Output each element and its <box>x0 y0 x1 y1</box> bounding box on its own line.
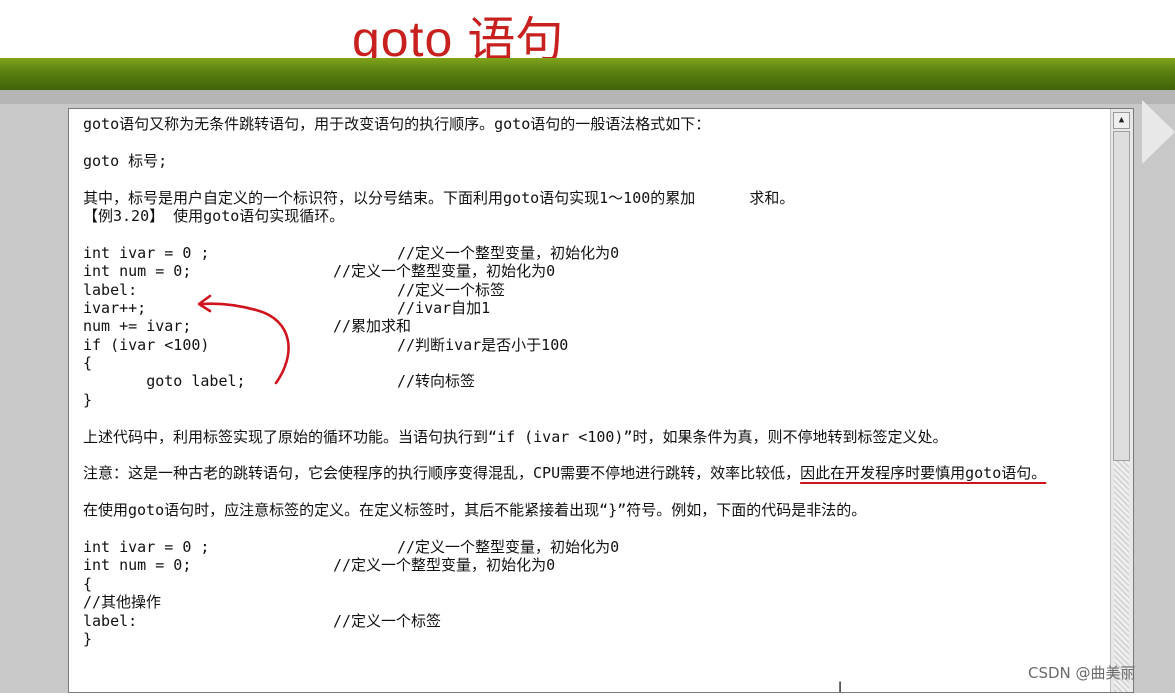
scroll-track[interactable] <box>1114 461 1129 692</box>
code-text: } <box>83 390 93 409</box>
code-comment: //定义一个标签 <box>397 280 506 299</box>
document-window: goto语句又称为无条件跳转语句，用于改变语句的执行顺序。goto语句的一般语法… <box>68 108 1134 693</box>
note-paragraph: 注意：这是一种古老的跳转语句，它会使程序的执行顺序变得混乱，CPU需要不停地进行… <box>83 464 1109 482</box>
code-line: int num = 0; //定义一个整型变量，初始化为0 <box>83 556 1109 574</box>
code-line: //其他操作 <box>83 593 1109 611</box>
next-arrow-icon[interactable] <box>1142 100 1175 164</box>
code-comment: //ivar自加1 <box>397 298 491 317</box>
scroll-thumb[interactable] <box>1113 131 1130 461</box>
code-line: int ivar = 0 ; //定义一个整型变量，初始化为0 <box>83 244 1109 262</box>
vertical-scrollbar[interactable]: ▲ <box>1110 109 1133 692</box>
slide-title: goto 语句 <box>352 0 563 68</box>
example-title: 【例3.20】 使用goto语句实现循环。 <box>83 206 345 225</box>
syntax-line: goto 标号; <box>83 151 168 170</box>
code-comment: //转向标签 <box>397 372 476 391</box>
explanation-paragraph: 上述代码中，利用标签实现了原始的循环功能。当语句执行到“if (ivar <10… <box>83 427 948 446</box>
code-block-2: int ivar = 0 ;//定义一个整型变量，初始化为0 int num = … <box>83 538 1109 648</box>
code-comment: //定义一个整型变量，初始化为0 <box>333 262 556 281</box>
note-text: 注意：这是一种古老的跳转语句，它会使程序的执行顺序变得混乱，CPU需要不停地进行… <box>83 464 801 483</box>
intro-paragraph: goto语句又称为无条件跳转语句，用于改变语句的执行顺序。goto语句的一般语法… <box>83 115 711 133</box>
code-text: int ivar = 0 ; <box>83 243 210 262</box>
code-text: label: <box>83 280 138 299</box>
code-text: int num = 0; <box>83 556 192 575</box>
code-text: int ivar = 0 ; <box>83 538 210 557</box>
code-comment: //定义一个标签 <box>333 611 442 630</box>
code-text: { <box>83 574 93 593</box>
code-line: int num = 0; //定义一个整型变量，初始化为0 <box>83 262 1109 280</box>
code-text: //其他操作 <box>83 593 162 612</box>
header-bar <box>0 58 1175 90</box>
code-comment: //定义一个整型变量，初始化为0 <box>333 556 556 575</box>
description-paragraph: 其中，标号是用户自定义的一个标识符，以分号结束。下面利用goto语句实现1～10… <box>83 188 795 207</box>
code-text: ivar++; <box>83 298 147 317</box>
code-comment: //累加求和 <box>333 317 412 336</box>
code-line: { <box>83 575 1109 593</box>
watermark: CSDN @曲美丽 <box>1028 664 1136 682</box>
code-text: label: <box>83 611 138 630</box>
code-text: { <box>83 354 93 373</box>
code-line: } <box>83 630 1109 648</box>
code-line: label: //定义一个标签 <box>83 612 1109 630</box>
scroll-up-icon[interactable]: ▲ <box>1113 112 1130 129</box>
code-comment: //定义一个整型变量，初始化为0 <box>397 243 620 262</box>
text-cursor-icon: I <box>838 680 843 696</box>
code-text: num += ivar; <box>83 317 192 336</box>
code-comment: //判断ivar是否小于100 <box>397 335 569 354</box>
note-highlight: 因此在开发程序时要慎用goto语句。 <box>800 464 1047 483</box>
red-arrow-icon <box>197 294 290 385</box>
warning-paragraph: 在使用goto语句时，应注意标签的定义。在定义标签时，其后不能紧接着出现“}”符… <box>83 501 867 520</box>
code-text: } <box>83 629 93 648</box>
code-text: int num = 0; <box>83 262 192 281</box>
code-comment: //定义一个整型变量，初始化为0 <box>397 538 620 557</box>
code-line: int ivar = 0 ; //定义一个整型变量，初始化为0 <box>83 538 1109 556</box>
